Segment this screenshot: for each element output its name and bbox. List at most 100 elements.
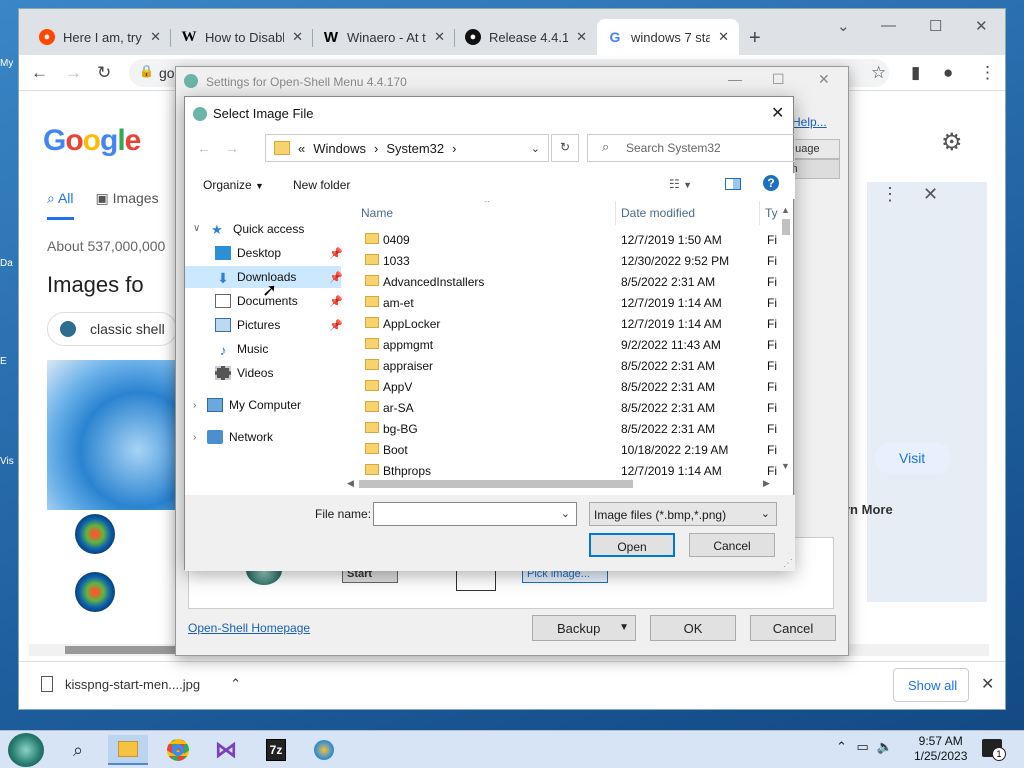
image-thumbnail[interactable] (75, 514, 115, 554)
learn-more-link[interactable]: rn More (845, 502, 893, 517)
close-icon[interactable]: ✕ (923, 184, 938, 205)
file-row[interactable]: ar-SA 8/5/2022 2:31 AM Fi (355, 397, 777, 418)
chevron-up-icon[interactable]: ⌃ (230, 676, 241, 692)
notification-icon[interactable]: 1 (982, 739, 1006, 761)
back-icon[interactable]: ← (197, 140, 211, 156)
image-thumbnail[interactable] (75, 572, 115, 612)
open-button[interactable]: Open (589, 533, 675, 557)
breadcrumb-windows[interactable]: Windows (313, 141, 366, 156)
side-panel-icon[interactable]: ▮ (911, 63, 920, 83)
browser-tab[interactable]: W Winaero - At t ✕ (313, 19, 455, 55)
show-all-button[interactable]: Show all (893, 668, 969, 702)
close-tab-icon[interactable]: ✕ (434, 29, 445, 45)
scroll-thumb[interactable] (359, 480, 633, 488)
nav-my-computer[interactable]: My Computer (207, 394, 307, 416)
chevron-right-icon[interactable]: › (193, 432, 196, 443)
change-view-button[interactable]: ☷ ▼ (669, 177, 692, 191)
minimize-icon[interactable]: — (881, 17, 896, 34)
open-shell-icon[interactable] (304, 735, 344, 765)
chevron-up-icon[interactable]: ⌃ (836, 739, 847, 754)
scroll-thumb[interactable] (782, 219, 790, 235)
horizontal-scrollbar[interactable]: ◀ ▶ (345, 477, 777, 491)
download-item[interactable]: kisspng-start-men....jpg ⌃ (41, 676, 241, 692)
nav-documents[interactable]: Documents 📌 (215, 290, 343, 312)
nav-pictures[interactable]: Pictures 📌 (215, 314, 343, 336)
help-link[interactable]: Help... (792, 115, 827, 129)
chevron-down-icon[interactable]: ⌄ (561, 507, 570, 520)
desktop-icon-label[interactable]: Vis (0, 456, 20, 467)
chevron-down-icon[interactable]: ⌄ (531, 142, 540, 155)
nav-network[interactable]: Network (207, 426, 279, 448)
suggestion-chip[interactable]: classic shell (47, 312, 177, 346)
chevron-down-icon[interactable]: ∨ (193, 223, 200, 234)
browser-tab-active[interactable]: G windows 7 sta ✕ (597, 19, 739, 55)
scroll-left-icon[interactable]: ◀ (347, 478, 354, 489)
visit-button[interactable]: Visit (875, 442, 951, 474)
vertical-scrollbar[interactable]: ▲ ▼ (779, 205, 793, 475)
maximize-icon[interactable]: ☐ (929, 17, 942, 35)
close-icon[interactable]: ✕ (818, 71, 830, 88)
close-tab-icon[interactable]: ✕ (150, 29, 161, 45)
clock[interactable]: 9:57 AM 1/25/2023 (914, 734, 967, 764)
address-bar[interactable]: « Windows › System32 › ⌄ (265, 134, 549, 162)
scroll-up-icon[interactable]: ▲ (781, 205, 790, 215)
bookmark-star-icon[interactable]: ☆ (871, 63, 886, 83)
file-row[interactable]: AdvancedInstallers 8/5/2022 2:31 AM Fi (355, 271, 777, 292)
file-explorer-icon[interactable] (108, 735, 148, 765)
file-row[interactable]: 1033 12/30/2022 9:52 PM Fi (355, 250, 777, 271)
back-icon[interactable]: ← (31, 63, 48, 83)
file-row[interactable]: appmgmt 9/2/2022 11:43 AM Fi (355, 334, 777, 355)
tab-images[interactable]: ▣ Images (96, 190, 159, 220)
new-folder-button[interactable]: New folder (293, 178, 350, 192)
cancel-button[interactable]: Cancel (750, 615, 836, 641)
close-icon[interactable]: ✕ (981, 674, 994, 694)
start-button[interactable] (8, 733, 44, 767)
more-options-icon[interactable]: ⋮ (881, 184, 899, 205)
tab-all[interactable]: ⌕ All (47, 190, 74, 220)
file-row[interactable]: Boot 10/18/2022 2:19 AM Fi (355, 439, 777, 460)
homepage-link[interactable]: Open-Shell Homepage (188, 621, 310, 635)
column-name[interactable]: Name (361, 206, 393, 220)
close-tab-icon[interactable]: ✕ (718, 29, 729, 45)
scroll-down-icon[interactable]: ▼ (781, 461, 790, 471)
forward-icon[interactable]: → (65, 63, 82, 83)
resize-grip-icon[interactable]: ⋰ (783, 558, 793, 569)
column-divider[interactable] (615, 201, 616, 225)
refresh-icon[interactable]: ↻ (551, 134, 579, 162)
nav-videos[interactable]: Videos (215, 362, 279, 384)
profile-icon[interactable]: ● (943, 63, 953, 83)
breadcrumb-system32[interactable]: System32 (386, 141, 444, 156)
chevron-right-icon[interactable]: › (374, 141, 378, 156)
file-row[interactable]: bg-BG 8/5/2022 2:31 AM Fi (355, 418, 777, 439)
forward-icon[interactable]: → (225, 140, 239, 156)
file-row[interactable]: AppLocker 12/7/2019 1:14 AM Fi (355, 313, 777, 334)
desktop-icon-label[interactable]: Da (0, 258, 20, 269)
file-row[interactable]: am-et 12/7/2019 1:14 AM Fi (355, 292, 777, 313)
file-row[interactable]: AppV 8/5/2022 2:31 AM Fi (355, 376, 777, 397)
search-input[interactable]: ⌕ Search System32 (587, 134, 795, 162)
column-type[interactable]: Ty (765, 206, 778, 220)
new-tab-icon[interactable]: + (749, 27, 761, 50)
chevron-right-icon[interactable]: › (193, 400, 196, 411)
reload-icon[interactable]: ↻ (97, 63, 111, 83)
ok-button[interactable]: OK (650, 615, 736, 641)
file-row[interactable]: appraiser 8/5/2022 2:31 AM Fi (355, 355, 777, 376)
scroll-thumb[interactable] (65, 646, 185, 654)
path-overflow[interactable]: « (298, 141, 305, 156)
file-type-select[interactable]: Image files (*.bmp,*.png) ⌄ (589, 502, 777, 526)
image-result[interactable] (47, 360, 177, 510)
help-icon[interactable]: ? (763, 175, 779, 191)
cancel-button[interactable]: Cancel (689, 533, 775, 557)
organize-button[interactable]: Organize ▼ (203, 178, 264, 192)
maximize-icon[interactable]: ☐ (772, 71, 785, 88)
visual-studio-icon[interactable]: ⋈ (206, 735, 246, 765)
google-logo[interactable]: Google (43, 124, 141, 158)
menu-icon[interactable]: ⋮ (979, 63, 996, 83)
gear-icon[interactable]: ⚙ (941, 128, 963, 157)
column-divider[interactable] (759, 201, 760, 225)
nav-desktop[interactable]: Desktop 📌 (215, 242, 343, 264)
minimize-icon[interactable]: — (728, 71, 742, 87)
desktop-icon-label[interactable]: E (0, 356, 20, 367)
nav-music[interactable]: ♪ Music (215, 338, 274, 360)
volume-icon[interactable]: 🔈 (876, 739, 892, 754)
